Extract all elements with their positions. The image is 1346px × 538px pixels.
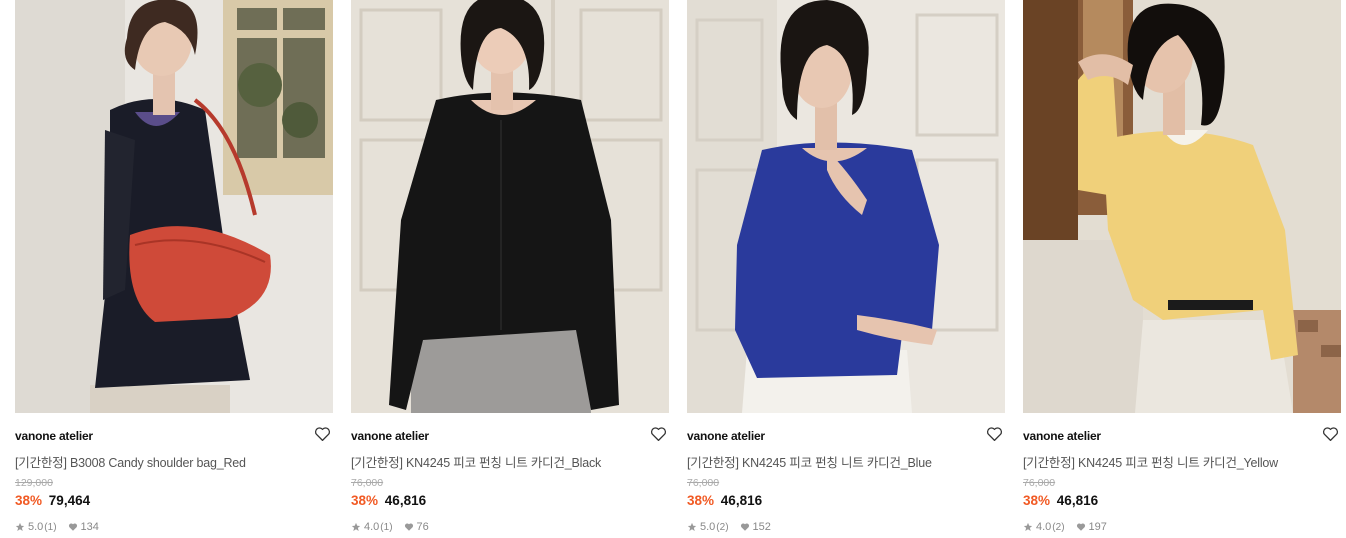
- discount-rate: 38%: [687, 493, 715, 508]
- wishlist-heart-icon[interactable]: [650, 426, 667, 442]
- heart-filled-icon: [1076, 523, 1085, 531]
- original-price: 129,000: [15, 477, 53, 489]
- like-count: 76: [416, 521, 429, 533]
- price-row: 38% 46,816: [687, 493, 762, 508]
- sale-price: 79,464: [48, 493, 91, 508]
- product-image[interactable]: [1023, 0, 1341, 413]
- wishlist-heart-icon[interactable]: [314, 426, 331, 442]
- star-icon: [15, 522, 25, 531]
- brand-name[interactable]: vanone atelier: [1023, 429, 1101, 443]
- wishlist-heart-icon[interactable]: [1322, 426, 1339, 442]
- sale-price: 46,816: [720, 493, 763, 508]
- original-price: 76,000: [1023, 477, 1056, 489]
- rating-value: 4.0: [364, 521, 380, 533]
- review-count: (2): [1052, 521, 1065, 533]
- discount-rate: 38%: [351, 493, 379, 508]
- product-meta: 4.0 (2) 197: [1023, 521, 1107, 533]
- star-icon: [1023, 522, 1033, 531]
- product-image[interactable]: [15, 0, 333, 413]
- like-count: 152: [752, 521, 771, 533]
- discount-rate: 38%: [15, 493, 43, 508]
- price-row: 38% 46,816: [1023, 493, 1098, 508]
- product-meta: 5.0 (1) 134: [15, 521, 99, 533]
- product-meta: 5.0 (2) 152: [687, 521, 771, 533]
- product-name[interactable]: [기간한정] KN4245 피코 펀칭 니트 카디건_Blue: [687, 452, 932, 471]
- heart-filled-icon: [404, 523, 413, 531]
- original-price: 76,000: [351, 477, 384, 489]
- original-price: 76,000: [687, 477, 720, 489]
- star-icon: [351, 522, 361, 531]
- product-card[interactable]: vanone atelier [기간한정] KN4245 피코 펀칭 니트 카디…: [687, 0, 1005, 538]
- product-grid: vanone atelier [기간한정] B3008 Candy should…: [15, 0, 1341, 538]
- like-count: 197: [1088, 521, 1107, 533]
- price-row: 38% 79,464: [15, 493, 90, 508]
- product-card[interactable]: vanone atelier [기간한정] KN4245 피코 펀칭 니트 카디…: [1023, 0, 1341, 538]
- review-count: (2): [716, 521, 729, 533]
- product-card[interactable]: vanone atelier [기간한정] B3008 Candy should…: [15, 0, 333, 538]
- rating-value: 5.0: [28, 521, 44, 533]
- product-meta: 4.0 (1) 76: [351, 521, 429, 533]
- like-count: 134: [80, 521, 99, 533]
- sale-price: 46,816: [384, 493, 427, 508]
- review-count: (1): [44, 521, 57, 533]
- product-name[interactable]: [기간한정] KN4245 피코 펀칭 니트 카디건_Yellow: [1023, 452, 1278, 471]
- sale-price: 46,816: [1056, 493, 1099, 508]
- wishlist-heart-icon[interactable]: [986, 426, 1003, 442]
- heart-filled-icon: [68, 523, 77, 531]
- price-row: 38% 46,816: [351, 493, 426, 508]
- product-name[interactable]: [기간한정] B3008 Candy shoulder bag_Red: [15, 452, 246, 471]
- brand-name[interactable]: vanone atelier: [15, 429, 93, 443]
- brand-name[interactable]: vanone atelier: [687, 429, 765, 443]
- discount-rate: 38%: [1023, 493, 1051, 508]
- product-card[interactable]: vanone atelier [기간한정] KN4245 피코 펀칭 니트 카디…: [351, 0, 669, 538]
- product-name[interactable]: [기간한정] KN4245 피코 펀칭 니트 카디건_Black: [351, 452, 601, 471]
- product-image[interactable]: [687, 0, 1005, 413]
- product-image[interactable]: [351, 0, 669, 413]
- rating-value: 4.0: [1036, 521, 1052, 533]
- heart-filled-icon: [740, 523, 749, 531]
- star-icon: [687, 522, 697, 531]
- review-count: (1): [380, 521, 393, 533]
- rating-value: 5.0: [700, 521, 716, 533]
- brand-name[interactable]: vanone atelier: [351, 429, 429, 443]
